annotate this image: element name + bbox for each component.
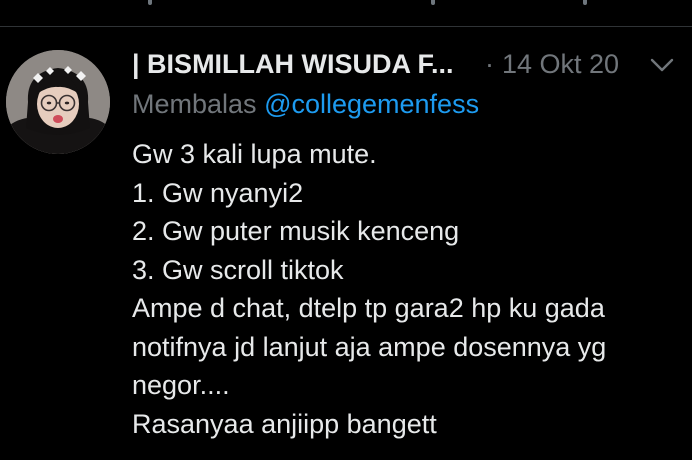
reply-action-icon[interactable]	[148, 0, 152, 5]
reply-handle-link[interactable]: @collegemenfess	[264, 89, 479, 119]
tweet-text-line: Ampe d chat, dtelp tp gara2 hp ku gada	[132, 293, 605, 323]
separator-dot: ·	[485, 49, 494, 79]
tweet-date[interactable]: 14 Okt 20	[502, 47, 619, 81]
author-name[interactable]: | BISMILLAH WISUDA F...	[132, 47, 474, 81]
avatar-image	[6, 50, 110, 154]
share-action-icon[interactable]	[583, 0, 587, 5]
avatar[interactable]	[6, 50, 110, 154]
reply-prefix: Membalas	[132, 89, 257, 119]
tweet-text-line: negor....	[132, 370, 230, 400]
tweet-text: Gw 3 kali lupa mute. 1. Gw nyanyi2 2. Gw…	[132, 135, 687, 443]
reply-context: Membalas @collegemenfess	[132, 87, 479, 121]
tweet-text-line: 3. Gw scroll tiktok	[132, 254, 344, 285]
tweet-text-line: notifnya jd lanjut aja ampe dosennya yg	[132, 331, 607, 362]
tweet[interactable]: | BISMILLAH WISUDA F... · 14 Okt 20 Memb…	[0, 27, 692, 460]
tweet-text-line: Rasanyaa anjiipp bangett	[132, 408, 437, 439]
chevron-down-icon[interactable]	[649, 55, 675, 75]
tweet-header: | BISMILLAH WISUDA F... · 14 Okt 20	[132, 47, 682, 81]
like-action-icon[interactable]	[431, 0, 435, 5]
previous-tweet-edge	[0, 0, 692, 27]
tweet-text-line: 2. Gw puter musik kenceng	[132, 216, 460, 246]
tweet-text-line: Gw 3 kali lupa mute.	[132, 139, 377, 169]
tweet-text-line: 1. Gw nyanyi2	[132, 177, 304, 208]
